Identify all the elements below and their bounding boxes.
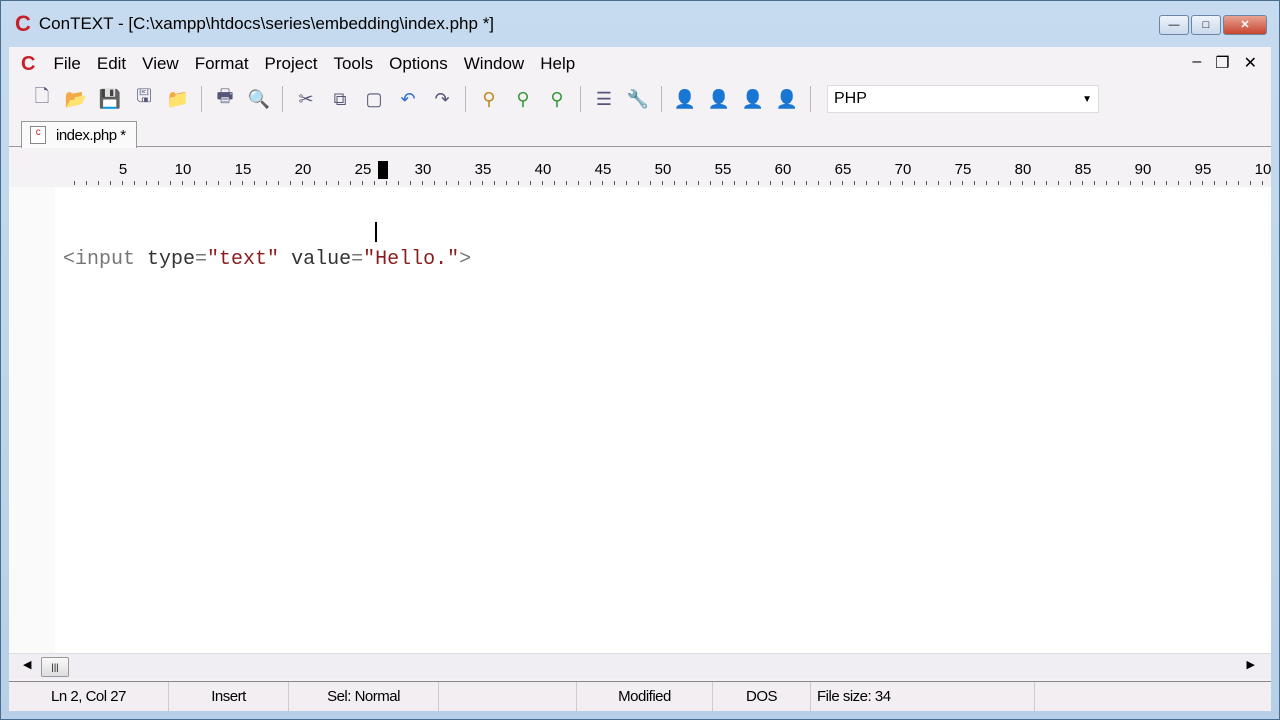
ruler-label: 75 — [954, 161, 972, 178]
code-value: "Hello." — [363, 248, 460, 271]
print-icon[interactable]: 🖶 — [210, 85, 240, 113]
horizontal-scrollbar[interactable]: ◀ ||| ▶ — [9, 653, 1271, 679]
replace-icon[interactable]: ⚲ — [542, 85, 572, 113]
maximize-button[interactable]: □ — [1191, 15, 1221, 35]
status-bar: Ln 2, Col 27 Insert Sel: Normal Modified… — [9, 681, 1271, 711]
code-value: "text" — [207, 248, 280, 271]
menu-file[interactable]: File — [45, 54, 88, 74]
ruler-label: 80 — [1014, 161, 1032, 178]
tab-label: index.php * — [56, 126, 126, 144]
language-value: PHP — [834, 90, 867, 107]
paste-icon[interactable]: ▢ — [359, 85, 389, 113]
editor[interactable]: <input type="text" value="Hello."> — [9, 187, 1271, 653]
ruler-label: 15 — [234, 161, 252, 178]
app-window: C ConTEXT - [C:\xampp\htdocs\series\embe… — [0, 0, 1280, 720]
ruler-label: 55 — [714, 161, 732, 178]
ruler-label: 35 — [474, 161, 492, 178]
ruler-label: 65 — [834, 161, 852, 178]
save-icon[interactable]: 💾 — [95, 85, 125, 113]
open-folder-icon[interactable]: 📁 — [163, 85, 193, 113]
ruler-label: 95 — [1194, 161, 1212, 178]
code-eq: = — [195, 248, 208, 271]
doc-close-button[interactable]: ✕ — [1244, 53, 1257, 73]
code-line-2[interactable]: <input type="text" value="Hello."> — [63, 248, 471, 271]
mouse-cursor — [375, 222, 377, 242]
ruler-label: 70 — [894, 161, 912, 178]
menu-project[interactable]: Project — [257, 54, 326, 74]
ruler-label: 10 — [174, 161, 192, 178]
find-next-icon[interactable]: ⚲ — [508, 85, 538, 113]
status-eol: DOS — [713, 682, 811, 711]
user-command-2-icon[interactable]: 👤 — [704, 85, 734, 113]
ruler-label: 5 — [118, 161, 128, 178]
cut-icon[interactable]: ✂ — [291, 85, 321, 113]
code-eq: = — [351, 248, 364, 271]
menu-options[interactable]: Options — [381, 54, 456, 74]
title-bar: C ConTEXT - [C:\xampp\htdocs\series\embe… — [1, 1, 1279, 47]
menu-edit[interactable]: Edit — [89, 54, 134, 74]
doc-restore-button[interactable]: ❐ — [1215, 53, 1229, 73]
scroll-thumb[interactable]: ||| — [41, 657, 69, 677]
code-tag-open: <input — [63, 248, 148, 271]
status-selection: Sel: Normal — [289, 682, 439, 711]
tools-icon[interactable]: 🔧 — [623, 85, 653, 113]
file-icon: c — [30, 126, 46, 144]
status-mode: Insert — [169, 682, 289, 711]
ruler-cursor-marker — [378, 161, 388, 179]
chevron-down-icon[interactable]: ▼ — [1082, 94, 1092, 105]
save-all-icon[interactable]: 🖫 — [129, 85, 159, 113]
user-command-3-icon[interactable]: 👤 — [738, 85, 768, 113]
ruler-label: 50 — [654, 161, 672, 178]
ruler-label: 40 — [534, 161, 552, 178]
toolbar: 🗋 📂 💾 🖫 📁 🖶 🔍 ✂ ⧉ ▢ ↶ ↷ ⚲ ⚲ ⚲ ☰ 🔧 👤 👤 👤 — [9, 81, 1271, 117]
close-button[interactable]: ✕ — [1223, 15, 1267, 35]
user-command-1-icon[interactable]: 👤 — [670, 85, 700, 113]
ruler-label: 85 — [1074, 161, 1092, 178]
redo-icon[interactable]: ↷ — [427, 85, 457, 113]
ruler-label: 90 — [1134, 161, 1152, 178]
doc-system-menu-icon[interactable]: C — [21, 53, 35, 76]
scroll-left-icon[interactable]: ◀ — [23, 658, 31, 671]
new-file-icon[interactable]: 🗋 — [27, 85, 57, 113]
window-title: ConTEXT - [C:\xampp\htdocs\series\embedd… — [38, 14, 495, 33]
minimize-button[interactable]: — — [1159, 15, 1189, 35]
language-select[interactable]: PHP ▼ — [827, 85, 1099, 113]
menu-bar: C File Edit View Format Project Tools Op… — [9, 47, 1271, 81]
menu-tools[interactable]: Tools — [325, 54, 381, 74]
export-icon[interactable]: ☰ — [589, 85, 619, 113]
ruler-label: 45 — [594, 161, 612, 178]
status-file-size: File size: 34 — [811, 682, 1035, 711]
undo-icon[interactable]: ↶ — [393, 85, 423, 113]
app-logo-icon: C — [15, 11, 31, 36]
menu-help[interactable]: Help — [532, 54, 583, 74]
copy-icon[interactable]: ⧉ — [325, 85, 355, 113]
code-attr: type — [147, 248, 196, 271]
ruler-label: 30 — [414, 161, 432, 178]
open-file-icon[interactable]: 📂 — [61, 85, 91, 113]
ruler-label: 10 — [1254, 161, 1272, 178]
code-attr: value — [291, 248, 352, 271]
user-command-4-icon[interactable]: 👤 — [772, 85, 802, 113]
find-icon[interactable]: ⚲ — [474, 85, 504, 113]
print-preview-icon[interactable]: 🔍 — [244, 85, 274, 113]
status-modified: Modified — [577, 682, 713, 711]
ruler-label: 25 — [354, 161, 372, 178]
ruler-label: 20 — [294, 161, 312, 178]
doc-minimize-button[interactable]: – — [1192, 53, 1201, 73]
ruler-label: 60 — [774, 161, 792, 178]
ruler: 5 10 15 20 25 30 35 40 45 50 55 60 65 70 75 80 85 90 95 10 — [9, 157, 1271, 187]
tab-bar: c index.php * — [9, 117, 1271, 148]
tab-index-php[interactable]: c index.php * — [21, 121, 137, 148]
status-position: Ln 2, Col 27 — [9, 682, 169, 711]
menu-view[interactable]: View — [134, 54, 187, 74]
code-tag-close: > — [459, 248, 472, 271]
menu-format[interactable]: Format — [187, 54, 257, 74]
menu-window[interactable]: Window — [456, 54, 532, 74]
scroll-right-icon[interactable]: ▶ — [1247, 658, 1255, 671]
